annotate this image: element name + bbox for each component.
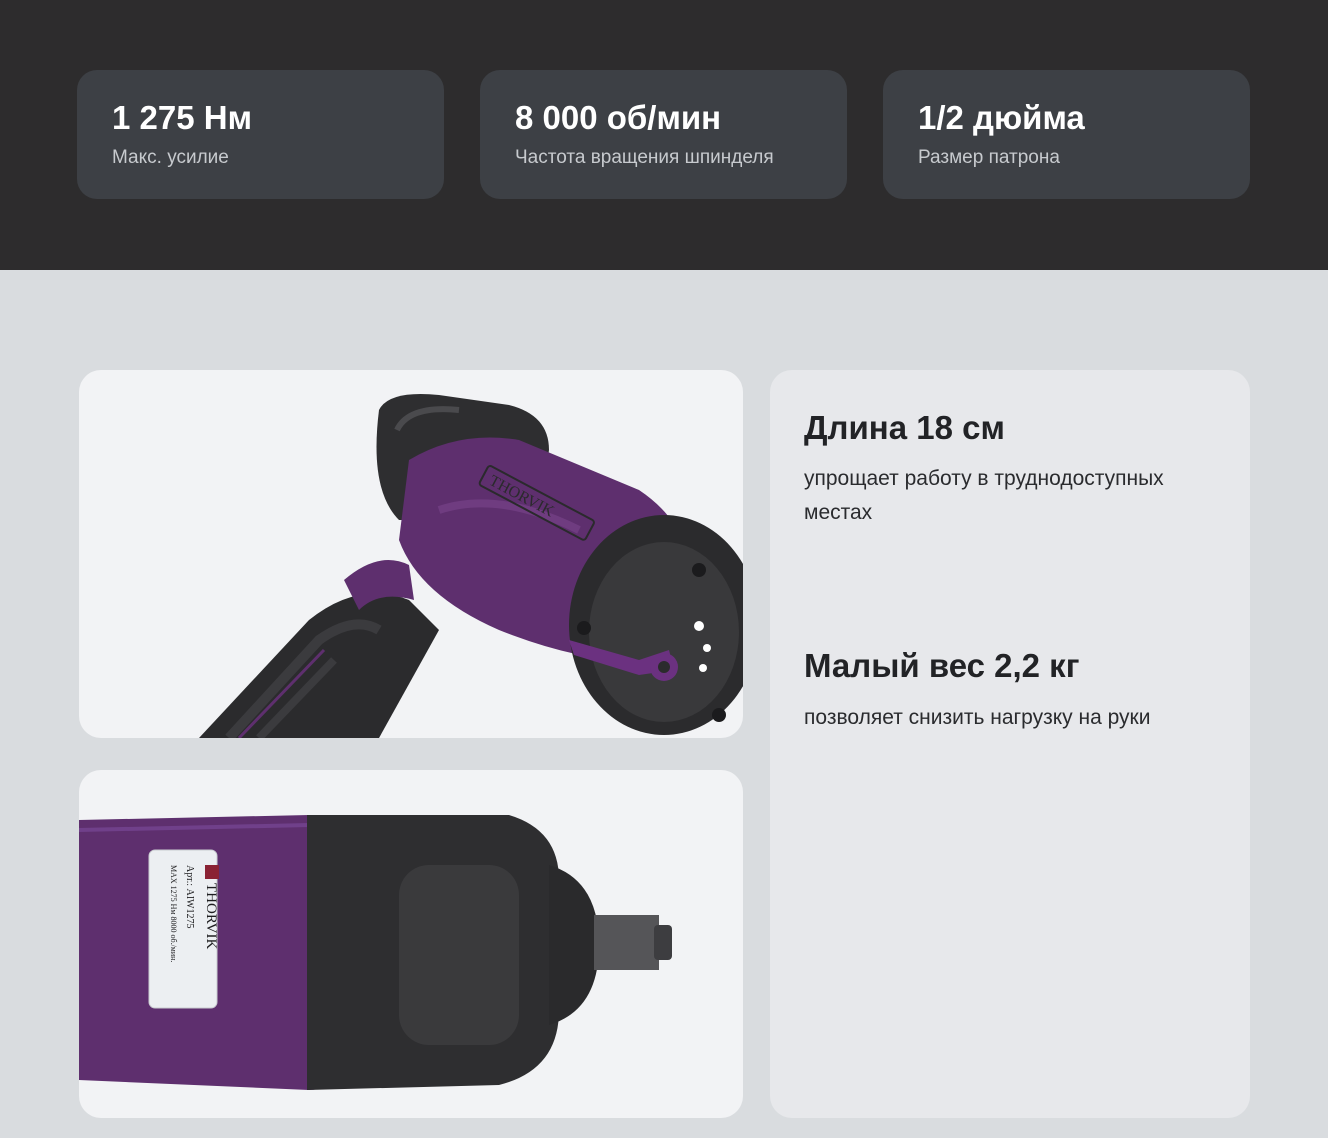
feature-title-length: Длина 18 см [804, 409, 1005, 446]
spec-value: 8 000 об/мин [515, 99, 722, 136]
label-specs-text: MAX 1275 Нм 8000 об./мин. [169, 865, 178, 962]
feature-text-length: упрощает работу в труднодоступных местах [804, 467, 1164, 524]
spec-label: Частота вращения шпинделя [515, 147, 774, 168]
feature-text-weight: позволяет снизить нагрузку на руки [804, 706, 1151, 729]
features-card: Длина 18 см упрощает работу в труднодост… [770, 370, 1250, 1118]
specs-band: 1 275 Нм Макс. усилие 8 000 об/мин Часто… [0, 0, 1328, 270]
label-article-text: Арт.: AIW1275 [184, 865, 195, 928]
spec-card-torque: 1 275 Нм Макс. усилие [77, 70, 444, 199]
product-photo-side: THORVIK Арт.: AIW1275 MAX 1275 Нм 8000 о… [79, 770, 743, 1118]
impact-wrench-side-image: THORVIK Арт.: AIW1275 MAX 1275 Нм 8000 о… [79, 815, 672, 1090]
feature-title-weight: Малый вес 2,2 кг [804, 647, 1080, 684]
spec-value: 1 275 Нм [112, 99, 252, 136]
spec-label: Размер патрона [918, 147, 1060, 168]
spec-label: Макс. усилие [112, 147, 229, 168]
spec-card-chuck: 1/2 дюйма Размер патрона [883, 70, 1250, 199]
spec-card-speed: 8 000 об/мин Частота вращения шпинделя [480, 70, 847, 199]
spec-value: 1/2 дюйма [918, 99, 1085, 136]
product-photo-rear: THORVIK [79, 370, 743, 738]
label-brand-text: THORVIK [203, 883, 219, 949]
impact-wrench-rear-image: THORVIK [199, 394, 743, 738]
